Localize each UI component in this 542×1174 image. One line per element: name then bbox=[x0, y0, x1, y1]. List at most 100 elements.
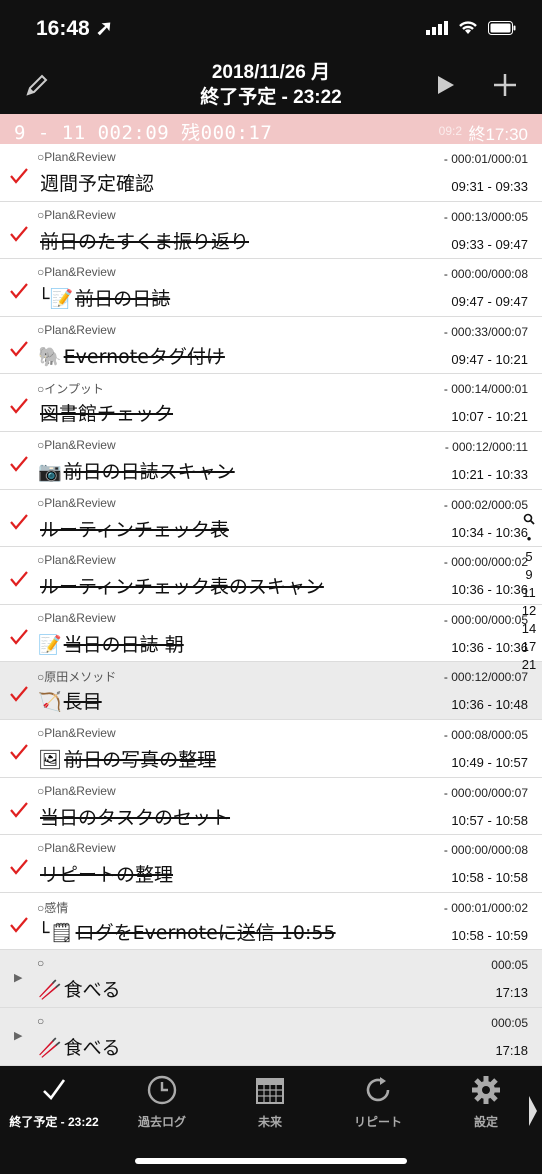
calendar-icon bbox=[256, 1078, 284, 1104]
task-category: ○Plan&Review bbox=[37, 726, 116, 740]
check-mark-icon[interactable] bbox=[10, 917, 28, 933]
task-durations: 000:05 bbox=[491, 1015, 528, 1030]
task-category-text: Plan&Review bbox=[44, 437, 116, 452]
check-mark-icon[interactable] bbox=[10, 571, 28, 587]
play-icon[interactable] bbox=[430, 70, 460, 100]
index-item[interactable]: 11 bbox=[518, 584, 540, 602]
task-times: 10:07 - 10:21 bbox=[451, 409, 528, 425]
task-title-text: ログをEvernoteに送信 10:55 bbox=[75, 921, 336, 944]
task-title: リピートの整理 bbox=[38, 860, 173, 887]
summary-left: 9 - 11 002:09 残000:17 bbox=[14, 122, 273, 144]
index-item[interactable]: 21 bbox=[518, 656, 540, 674]
task-row[interactable]: ○Plan&Review - 000:00/000:05 📝 当日の日誌 朝 10:36… bbox=[0, 604, 542, 663]
task-category: ○ bbox=[37, 1014, 44, 1028]
task-durations: - 000:01/000:02 bbox=[443, 900, 528, 915]
status-bar: 16:48 ➚ bbox=[0, 0, 542, 58]
index-item[interactable]: 17 bbox=[518, 638, 540, 656]
tab-scheduled[interactable]: 終了予定 - 23:22 bbox=[0, 1066, 108, 1136]
check-mark-icon[interactable] bbox=[10, 744, 28, 760]
tab-settings[interactable]: 設定 bbox=[432, 1066, 540, 1136]
task-emoji-icon: 🖼 bbox=[38, 748, 63, 771]
task-title-text: 前日の日誌スキャン bbox=[63, 460, 235, 483]
task-row[interactable]: ○Plan&Review - 000:00/000:08 リピートの整理 10:58 … bbox=[0, 835, 542, 893]
task-row[interactable]: ○感情 - 000:01/000:02 └🗒 ログをEvernoteに送信 10:55… bbox=[0, 892, 542, 951]
section-index[interactable]: • 5 9 11 12 14 17 21 bbox=[518, 512, 540, 674]
more-tabs-icon[interactable] bbox=[528, 1096, 538, 1126]
check-mark-icon[interactable] bbox=[10, 801, 28, 818]
task-durations: - 000:14/000:01 bbox=[443, 382, 528, 397]
tab-future[interactable]: 未来 bbox=[216, 1066, 324, 1136]
index-items: 5 9 11 12 14 17 21 bbox=[518, 548, 540, 674]
check-mark-icon[interactable] bbox=[10, 168, 28, 184]
task-category-text: Plan&Review bbox=[44, 150, 116, 164]
task-title: ルーティンチェック表のスキャン bbox=[38, 572, 324, 599]
task-title-text: ルーティンチェック表のスキャン bbox=[40, 576, 324, 599]
task-category: ○Plan&Review bbox=[37, 323, 116, 337]
task-title-text: 当日のタスクのセット bbox=[40, 806, 231, 829]
tab-label: 未来 bbox=[257, 1115, 282, 1129]
task-times: 09:47 - 10:21 bbox=[451, 351, 528, 367]
check-mark-icon[interactable] bbox=[10, 456, 28, 472]
check-mark-icon[interactable] bbox=[10, 513, 28, 530]
task-category-text: Plan&Review bbox=[44, 322, 116, 337]
task-category: ○Plan&Review bbox=[37, 150, 116, 164]
repeat-icon bbox=[366, 1077, 390, 1102]
task-title-text: 前日のたすくま振り返り bbox=[40, 230, 250, 253]
task-category: ○原田メソッド bbox=[37, 668, 116, 685]
index-item[interactable]: 12 bbox=[518, 602, 540, 620]
category-bubble-icon: ○ bbox=[37, 956, 45, 971]
task-row[interactable]: ○Plan&Review - 000:00/000:08 └📝 前日の日誌 09:47 … bbox=[0, 259, 542, 317]
task-title: 週間予定確認 bbox=[38, 169, 154, 196]
check-mark-icon[interactable] bbox=[10, 686, 28, 703]
index-search-icon[interactable] bbox=[518, 512, 540, 530]
task-row[interactable]: ○Plan&Review - 000:33/000:07 🐘 Evernoteタグ付け… bbox=[0, 316, 542, 375]
tab-history[interactable]: 過去ログ bbox=[108, 1066, 216, 1136]
task-emoji-icon: └📝 bbox=[38, 288, 74, 311]
task-row[interactable]: ○インプット - 000:14/000:01 図書館チェック 10:07 - 10:2… bbox=[0, 374, 542, 432]
tab-repeat[interactable]: リピート bbox=[324, 1066, 432, 1136]
expand-triangle-icon[interactable]: ▶ bbox=[14, 971, 22, 984]
task-row[interactable]: ○Plan&Review - 000:01/000:01 週間予定確認 09:31 -… bbox=[0, 144, 542, 202]
check-mark-icon[interactable] bbox=[10, 341, 28, 357]
task-times: 10:21 - 10:33 bbox=[451, 466, 528, 482]
expand-triangle-icon[interactable]: ▶ bbox=[14, 1029, 22, 1042]
battery-icon bbox=[488, 20, 516, 35]
header-date: 2018/11/26 月 bbox=[211, 62, 331, 83]
task-category: ○インプット bbox=[37, 380, 104, 397]
task-row[interactable]: ○原田メソッド - 000:12/000:07 🏹 長目 10:36 - 10:48 bbox=[0, 662, 542, 720]
task-category: ○Plan&Review bbox=[37, 438, 116, 452]
task-row[interactable]: ○Plan&Review - 000:13/000:05 前日のたすくま振り返り 09… bbox=[0, 201, 542, 260]
future-task-row[interactable]: ▶ ○ 000:05 🥢 食べる 17:13 bbox=[0, 950, 542, 1008]
task-category: ○Plan&Review bbox=[37, 496, 116, 510]
check-mark-icon[interactable] bbox=[10, 629, 28, 645]
chopsticks-icon: 🥢 bbox=[38, 1036, 62, 1059]
check-mark-icon[interactable] bbox=[10, 225, 28, 242]
index-item[interactable]: 9 bbox=[518, 566, 540, 584]
index-item[interactable]: 5 bbox=[518, 548, 540, 566]
task-row[interactable]: ○Plan&Review - 000:02/000:05 ルーティンチェック表 10:… bbox=[0, 489, 542, 548]
task-title-text: 前日の写真の整理 bbox=[64, 748, 217, 771]
task-row[interactable]: ○Plan&Review - 000:08/000:05 🖼 前日の写真の整理 10:4… bbox=[0, 719, 542, 778]
task-row[interactable]: ○Plan&Review - 000:00/000:07 当日のタスクのセット 10:… bbox=[0, 777, 542, 836]
task-title-text: 食べる bbox=[63, 979, 121, 1002]
task-title-text: ルーティンチェック表 bbox=[40, 518, 229, 541]
future-task-row[interactable]: ▶ ○ 000:05 🥢 食べる 17:18 bbox=[0, 1007, 542, 1066]
task-times: 10:36 - 10:36 bbox=[451, 639, 528, 655]
task-title: 🥢 食べる bbox=[38, 975, 121, 1002]
check-mark-icon[interactable] bbox=[10, 859, 28, 875]
check-mark-icon[interactable] bbox=[10, 398, 28, 415]
task-durations: - 000:01/000:01 bbox=[443, 152, 528, 166]
index-item[interactable]: 14 bbox=[518, 620, 540, 638]
status-time-text: 16:48 bbox=[36, 17, 90, 40]
add-icon[interactable] bbox=[490, 70, 520, 100]
summary-bar: 9 - 11 002:09 残000:17 09:2 終17:30 bbox=[0, 114, 542, 144]
check-mark-icon[interactable] bbox=[10, 283, 28, 299]
task-title-text: リピートの整理 bbox=[40, 864, 174, 887]
signal-icon bbox=[426, 20, 448, 35]
task-category-text: インプット bbox=[44, 382, 104, 397]
task-category-text: 原田メソッド bbox=[44, 670, 117, 685]
task-row[interactable]: ○Plan&Review - 000:00/000:02 ルーティンチェック表のスキ… bbox=[0, 547, 542, 605]
task-row[interactable]: ○Plan&Review - 000:12/000:11 📷 前日の日誌スキャン 10:… bbox=[0, 431, 542, 490]
check-icon bbox=[43, 1079, 66, 1100]
task-times: 09:31 - 09:33 bbox=[451, 179, 528, 194]
